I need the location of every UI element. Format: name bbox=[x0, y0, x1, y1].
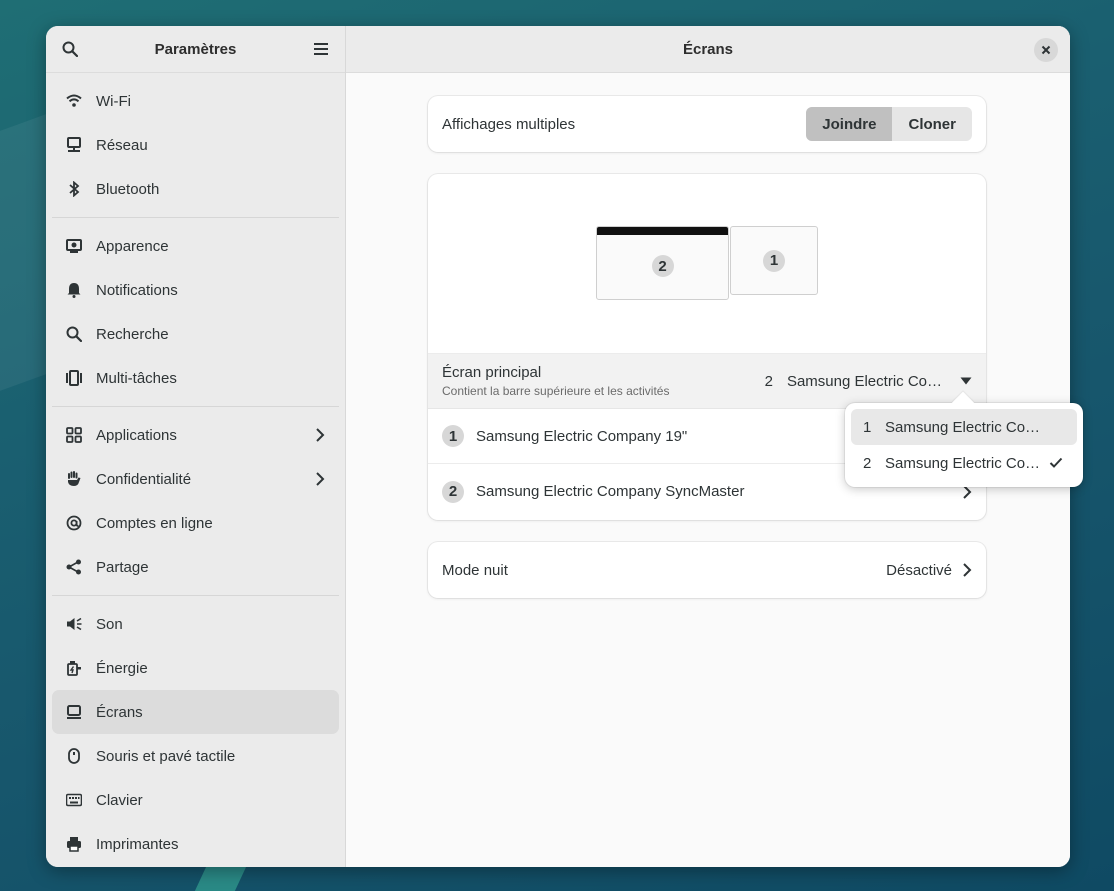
primary-display-description: Contient la barre supérieure et les acti… bbox=[442, 384, 670, 398]
sidebar-item-keyboard[interactable]: Clavier bbox=[52, 778, 339, 822]
sidebar-item-label: Apparence bbox=[96, 237, 169, 255]
speaker-icon bbox=[66, 616, 82, 632]
sidebar-item-label: Imprimantes bbox=[96, 835, 179, 853]
option-name: Samsung Electric Co… bbox=[885, 418, 1041, 436]
keyboard-icon bbox=[66, 792, 82, 808]
monitor-preview-1[interactable]: 1 bbox=[730, 226, 818, 295]
page-title: Écrans bbox=[682, 40, 734, 58]
power-icon bbox=[66, 660, 82, 676]
sidebar-item-label: Confidentialité bbox=[96, 470, 192, 488]
join-button[interactable]: Joindre bbox=[806, 107, 893, 141]
sidebar-item-network[interactable]: Réseau bbox=[52, 123, 339, 167]
chevron-right-icon bbox=[315, 471, 325, 491]
bluetooth-icon bbox=[66, 181, 82, 197]
sidebar-item-wifi[interactable]: Wi-Fi bbox=[52, 79, 339, 123]
sidebar-item-label: Applications bbox=[96, 426, 177, 444]
sidebar-item-notifications[interactable]: Notifications bbox=[52, 268, 339, 312]
primary-display-popover: 1 Samsung Electric Co… 2 Samsung Electri… bbox=[845, 391, 1083, 487]
sidebar-item-label: Souris et pavé tactile bbox=[96, 747, 236, 765]
chevron-right-icon bbox=[963, 563, 972, 577]
option-number: 2 bbox=[863, 454, 872, 472]
sidebar-item-displays[interactable]: Écrans bbox=[52, 690, 339, 734]
sidebar-separator bbox=[52, 595, 339, 596]
bell-icon bbox=[66, 282, 82, 298]
sidebar-item-power[interactable]: Énergie bbox=[52, 646, 339, 690]
popover-option-1[interactable]: 1 Samsung Electric Co… bbox=[851, 409, 1077, 445]
monitor-name: Samsung Electric Company SyncMaster bbox=[476, 483, 745, 500]
sidebar-item-label: Notifications bbox=[96, 281, 178, 299]
sidebar-item-sound[interactable]: Son bbox=[52, 602, 339, 646]
sidebar-item-mouse[interactable]: Souris et pavé tactile bbox=[52, 734, 339, 778]
sidebar-item-privacy[interactable]: Confidentialité bbox=[52, 457, 339, 501]
sidebar-item-applications[interactable]: Applications bbox=[52, 413, 339, 457]
dropdown-arrow-icon[interactable] bbox=[960, 377, 972, 385]
option-number: 1 bbox=[863, 418, 872, 436]
sidebar-item-multitasking[interactable]: Multi-tâches bbox=[52, 356, 339, 400]
sidebar-item-label: Énergie bbox=[96, 659, 148, 677]
monitor-badge: 1 bbox=[763, 249, 785, 272]
multi-display-label: Affichages multiples bbox=[442, 115, 576, 133]
sidebar-item-label: Multi-tâches bbox=[96, 369, 177, 387]
sidebar-item-label: Écrans bbox=[96, 703, 143, 721]
monitor-badge: 2 bbox=[651, 255, 674, 277]
sidebar: Paramètres Wi-Fi Réseau Bluetooth Appare… bbox=[46, 26, 346, 867]
sidebar-item-label: Bluetooth bbox=[96, 180, 160, 198]
sidebar-item-label: Partage bbox=[96, 558, 149, 576]
sidebar-title: Paramètres bbox=[154, 40, 237, 58]
sidebar-separator bbox=[52, 217, 339, 218]
monitor-badge: 1 bbox=[442, 425, 464, 447]
sidebar-item-label: Wi-Fi bbox=[96, 92, 131, 110]
close-icon bbox=[1041, 45, 1051, 55]
wifi-icon bbox=[66, 93, 82, 109]
share-icon bbox=[66, 559, 82, 575]
sidebar-item-label: Comptes en ligne bbox=[96, 514, 213, 532]
sidebar-item-label: Réseau bbox=[96, 136, 148, 154]
sidebar-separator bbox=[52, 406, 339, 407]
night-mode-status: Désactivé bbox=[886, 561, 952, 579]
sidebar-item-label: Recherche bbox=[96, 325, 169, 343]
top-bar-indicator bbox=[597, 227, 728, 235]
primary-display-row[interactable]: Écran principal Contient la barre supéri… bbox=[428, 354, 986, 409]
monitor-badge: 2 bbox=[442, 480, 464, 503]
popover-option-2[interactable]: 2 Samsung Electric Co… bbox=[851, 445, 1077, 481]
night-mode-card[interactable]: Mode nuit Désactivé bbox=[428, 542, 986, 598]
primary-display-value: Samsung Electric Co… bbox=[786, 372, 942, 390]
multi-display-toggle: Joindre Cloner bbox=[806, 107, 972, 141]
grid-icon bbox=[66, 427, 82, 443]
option-name: Samsung Electric Co… bbox=[885, 454, 1041, 472]
printer-icon bbox=[66, 836, 82, 852]
sidebar-item-bluetooth[interactable]: Bluetooth bbox=[52, 167, 339, 211]
monitor-name: Samsung Electric Company 19" bbox=[476, 427, 688, 445]
checkmark-icon bbox=[1049, 457, 1063, 468]
sidebar-list: Wi-Fi Réseau Bluetooth Apparence Notific… bbox=[46, 73, 345, 866]
menu-icon[interactable] bbox=[311, 39, 331, 59]
sidebar-item-sharing[interactable]: Partage bbox=[52, 545, 339, 589]
mirror-button[interactable]: Cloner bbox=[892, 107, 972, 141]
close-button[interactable] bbox=[1034, 38, 1058, 62]
main-header: Écrans bbox=[346, 26, 1070, 73]
network-icon bbox=[66, 137, 82, 153]
sidebar-item-appearance[interactable]: Apparence bbox=[52, 224, 339, 268]
at-icon bbox=[66, 515, 82, 531]
mouse-icon bbox=[66, 748, 82, 764]
appearance-icon bbox=[66, 238, 82, 254]
sidebar-item-search[interactable]: Recherche bbox=[52, 312, 339, 356]
primary-display-label: Écran principal bbox=[442, 364, 542, 381]
multi-display-card: Affichages multiples Joindre Cloner bbox=[428, 96, 986, 152]
search-icon[interactable] bbox=[60, 39, 80, 59]
sidebar-item-label: Clavier bbox=[96, 791, 143, 809]
monitor-preview-2[interactable]: 2 bbox=[596, 226, 729, 300]
multitasking-icon bbox=[66, 370, 82, 386]
search-icon bbox=[66, 326, 82, 342]
primary-display-number: 2 bbox=[764, 372, 773, 390]
display-icon bbox=[66, 704, 82, 720]
night-mode-label: Mode nuit bbox=[442, 561, 508, 579]
sidebar-item-printers[interactable]: Imprimantes bbox=[52, 822, 339, 866]
sidebar-header: Paramètres bbox=[46, 26, 345, 73]
sidebar-item-label: Son bbox=[96, 615, 123, 633]
sidebar-item-online-accounts[interactable]: Comptes en ligne bbox=[52, 501, 339, 545]
display-arrangement: 2 1 bbox=[428, 174, 986, 354]
hand-icon bbox=[66, 471, 82, 487]
chevron-right-icon bbox=[315, 427, 325, 447]
